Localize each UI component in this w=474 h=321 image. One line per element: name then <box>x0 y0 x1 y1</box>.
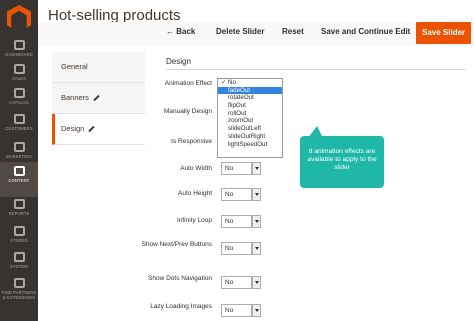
animation-effect-dropdown[interactable]: ✓ No fadeOut rotateOut flipOut rollOut zo… <box>217 78 283 158</box>
option-zoomout[interactable]: zoomOut <box>218 117 282 125</box>
section-title: Design <box>166 57 191 66</box>
auto-width-label: Auto Width <box>180 165 212 172</box>
section-divider <box>166 69 466 70</box>
checkmark-icon: ✓ <box>221 80 227 86</box>
sidebar-item-find-partners[interactable]: FIND PARTNERS & EXTENSIONS <box>0 274 38 318</box>
show-dots-select[interactable]: No <box>221 276 266 289</box>
megaphone-icon <box>13 142 25 152</box>
animation-effect-label: Animation Effect <box>164 80 212 87</box>
option-no[interactable]: ✓ No <box>218 79 282 87</box>
pencil-icon <box>93 94 100 102</box>
tab-general[interactable]: General <box>52 52 145 83</box>
option-rotateout[interactable]: rotateOut <box>218 94 282 102</box>
cube-icon <box>13 88 25 98</box>
gear-icon <box>13 252 25 262</box>
lazy-loading-select[interactable]: No <box>221 304 266 317</box>
option-fadeout[interactable]: fadeOut <box>218 86 282 95</box>
dashboard-icon <box>13 40 25 50</box>
bar-chart-icon <box>13 199 25 209</box>
infinity-loop-label: Infinity Loop <box>176 217 212 224</box>
option-flipout[interactable]: flipOut <box>218 102 282 110</box>
back-button[interactable]: ← Back <box>166 27 195 36</box>
save-and-continue-button[interactable]: Save and Continue Edit <box>321 27 410 36</box>
page-actions-toolbar: ← Back Delete Slider Reset Save and Cont… <box>38 22 474 46</box>
admin-sidebar: DASHBOARD SALES CATALOG CUSTOMERS MARKET… <box>0 0 38 321</box>
save-slider-button[interactable]: Save Slider <box>416 22 472 44</box>
chevron-down-icon <box>252 242 261 255</box>
chevron-down-icon <box>252 276 261 289</box>
option-rollout[interactable]: rollOut <box>218 110 282 118</box>
lazy-loading-label: Lazy Loading Images <box>150 303 212 310</box>
show-next-prev-select[interactable]: No <box>221 242 266 255</box>
auto-width-select[interactable]: No <box>221 162 266 175</box>
infinity-loop-select[interactable]: No <box>221 215 266 228</box>
magento-logo-icon[interactable] <box>7 5 31 28</box>
dollar-icon <box>13 64 25 74</box>
chevron-down-icon <box>252 188 261 201</box>
auto-height-label: Auto Height <box>178 190 212 197</box>
info-callout: 8 animation effects are available to app… <box>300 136 384 188</box>
puzzle-icon <box>13 278 25 288</box>
chevron-down-icon <box>252 215 261 228</box>
sidebar-item-content[interactable]: CONTENT <box>0 162 38 197</box>
chevron-down-icon <box>252 162 261 175</box>
show-next-prev-label: Show Next/Prev Buttons <box>141 241 212 248</box>
option-slideoutleft[interactable]: slideOutLeft <box>218 125 282 133</box>
chevron-down-icon <box>252 304 261 317</box>
reset-button[interactable]: Reset <box>282 27 304 36</box>
person-icon <box>13 114 25 124</box>
pencil-icon <box>88 125 96 133</box>
show-dots-label: Show Dots Navigation <box>148 275 212 282</box>
option-slideoutright[interactable]: slideOutRight <box>218 133 282 141</box>
option-lightspeedout[interactable]: lightSpeedOut <box>218 141 282 149</box>
manually-design-label: Manually Design <box>163 108 212 115</box>
auto-height-select[interactable]: No <box>221 188 266 201</box>
layout-icon <box>13 166 25 176</box>
is-responsive-label: Is Responsive <box>171 138 212 145</box>
store-icon <box>13 226 25 236</box>
delete-slider-button[interactable]: Delete Slider <box>216 27 264 36</box>
